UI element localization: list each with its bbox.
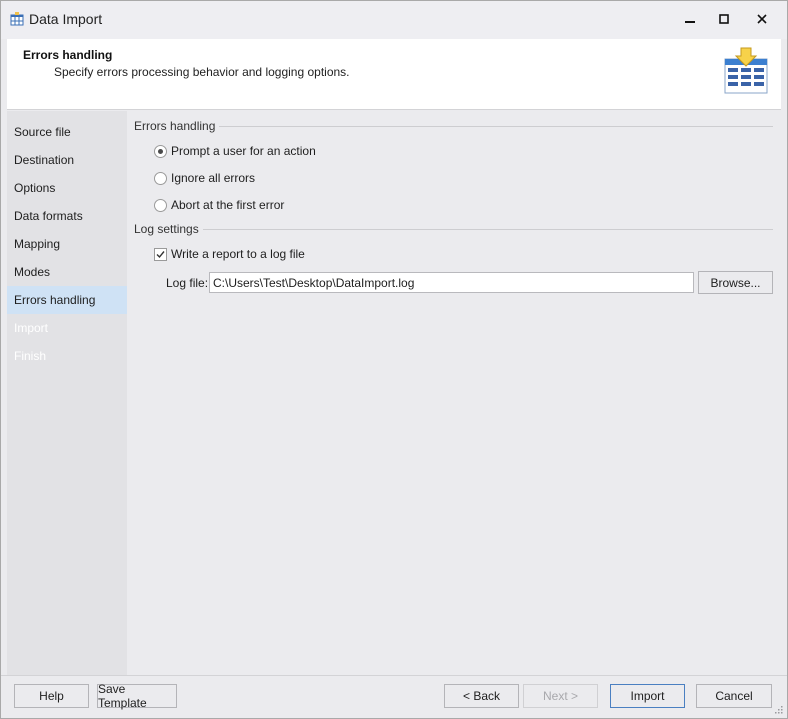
log-file-label: Log file: bbox=[166, 276, 209, 290]
minimize-button[interactable] bbox=[673, 5, 707, 33]
cancel-button[interactable]: Cancel bbox=[696, 684, 772, 708]
window-title: Data Import bbox=[29, 11, 103, 27]
close-icon bbox=[757, 14, 767, 24]
page-subtitle: Specify errors processing behavior and l… bbox=[54, 65, 350, 79]
title-bar: Data Import bbox=[1, 1, 787, 39]
save-template-button[interactable]: Save Template bbox=[97, 682, 177, 710]
sidebar-item-modes[interactable]: Modes bbox=[7, 258, 127, 286]
radio-button-checked[interactable] bbox=[154, 144, 167, 158]
sidebar-item-options[interactable]: Options bbox=[7, 174, 127, 202]
group-divider bbox=[197, 229, 773, 230]
errors-group-title: Errors handling bbox=[134, 119, 220, 133]
radio-label: Ignore all errors bbox=[171, 171, 256, 185]
main-panel: Errors handling Prompt a user for an act… bbox=[127, 111, 781, 675]
maximize-button[interactable] bbox=[707, 5, 741, 33]
browse-button[interactable]: Browse... bbox=[698, 271, 773, 294]
sidebar-item-import: Import bbox=[14, 321, 49, 335]
wizard-footer: Help Save Template < Back Next > Import … bbox=[1, 675, 787, 718]
write-report-checkbox-row[interactable]: Write a report to a log file bbox=[154, 247, 305, 261]
table-import-icon bbox=[724, 47, 768, 94]
sidebar-item-destination[interactable]: Destination bbox=[7, 146, 127, 174]
checkmark-icon bbox=[156, 250, 165, 258]
radio-label: Abort at the first error bbox=[171, 198, 285, 212]
sidebar-item-finish: Finish bbox=[14, 349, 47, 363]
write-report-checkbox[interactable] bbox=[154, 247, 167, 261]
maximize-icon bbox=[719, 14, 729, 24]
radio-ignore-errors[interactable]: Ignore all errors bbox=[154, 171, 255, 185]
radio-abort-first-error[interactable]: Abort at the first error bbox=[154, 198, 284, 212]
group-divider bbox=[207, 126, 773, 127]
sidebar-item-errors-handling[interactable]: Errors handling bbox=[7, 286, 127, 314]
write-report-label: Write a report to a log file bbox=[171, 247, 305, 261]
help-button[interactable]: Help bbox=[14, 684, 89, 708]
minimize-icon bbox=[685, 21, 695, 23]
sidebar-item-source-file[interactable]: Source file bbox=[7, 118, 127, 146]
import-button[interactable]: Import bbox=[610, 684, 685, 708]
radio-label: Prompt a user for an action bbox=[171, 144, 316, 158]
data-import-window: Data Import Errors handling Specify erro… bbox=[0, 0, 788, 719]
back-button[interactable]: < Back bbox=[444, 684, 519, 708]
log-group-title: Log settings bbox=[134, 222, 203, 236]
resize-grip-icon[interactable] bbox=[775, 706, 783, 714]
table-grid-icon bbox=[10, 12, 24, 26]
wizard-steps-sidebar: Source file Destination Options Data for… bbox=[7, 111, 127, 675]
page-title: Errors handling bbox=[23, 48, 113, 62]
wizard-header: Errors handling Specify errors processin… bbox=[7, 39, 781, 110]
log-file-input[interactable] bbox=[209, 272, 694, 293]
radio-button[interactable] bbox=[154, 171, 167, 185]
next-button: Next > bbox=[523, 684, 598, 708]
close-button[interactable] bbox=[745, 5, 779, 33]
sidebar-item-data-formats[interactable]: Data formats bbox=[7, 202, 127, 230]
sidebar-item-mapping[interactable]: Mapping bbox=[7, 230, 127, 258]
radio-prompt-user[interactable]: Prompt a user for an action bbox=[154, 144, 316, 158]
radio-button[interactable] bbox=[154, 198, 167, 212]
